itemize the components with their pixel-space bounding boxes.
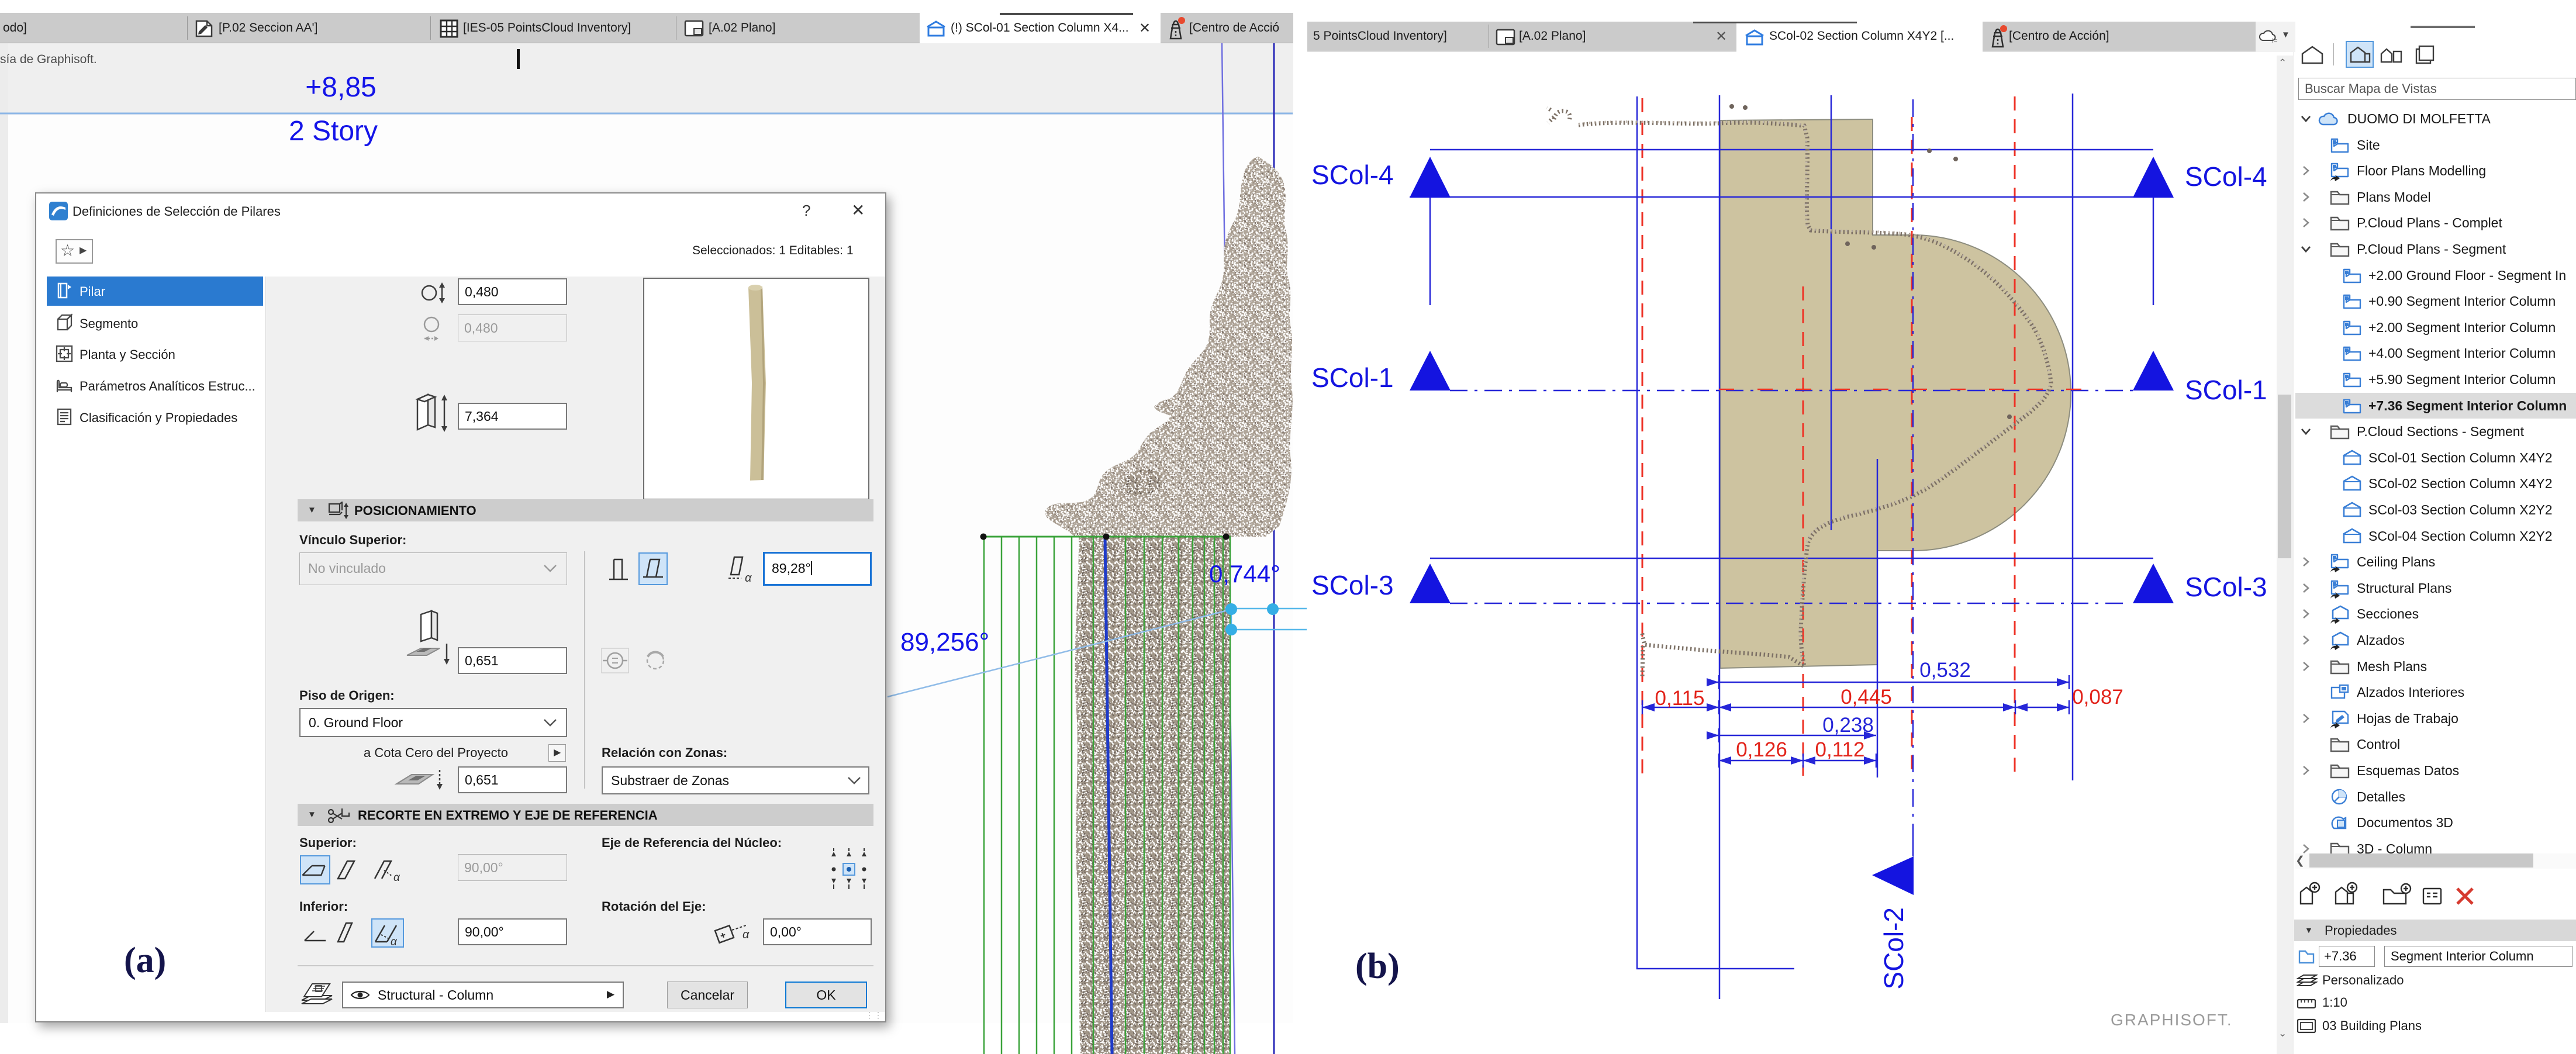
svg-text:SCol-1: SCol-1	[2185, 375, 2267, 405]
svg-text:0,532: 0,532	[1919, 659, 1971, 682]
svg-text:I=: I=	[2272, 37, 2277, 44]
svg-text:+8,85: +8,85	[305, 72, 376, 103]
svg-text:SCol-4: SCol-4	[2185, 161, 2267, 192]
svg-text:α: α	[743, 928, 750, 941]
svg-text:0,087: 0,087	[2072, 686, 2123, 709]
svg-text:SCol-3: SCol-3	[2185, 572, 2267, 602]
svg-text:0,445: 0,445	[1841, 686, 1892, 709]
svg-text:α: α	[393, 872, 400, 883]
svg-text:0,744°: 0,744°	[1209, 560, 1280, 588]
svg-text:0,112: 0,112	[1815, 738, 1865, 761]
svg-text:2 Story: 2 Story	[289, 116, 378, 147]
svg-text:SCol-3: SCol-3	[1311, 570, 1394, 600]
svg-text:0,126: 0,126	[1736, 738, 1787, 761]
svg-text:α: α	[745, 572, 752, 585]
svg-text:0,238: 0,238	[1822, 714, 1874, 737]
svg-text:α: α	[391, 936, 398, 946]
svg-text:89,256°: 89,256°	[900, 628, 989, 656]
svg-text:SCol-2: SCol-2	[1879, 907, 1909, 990]
svg-text:SCol-1: SCol-1	[1311, 362, 1394, 393]
svg-text:0,115: 0,115	[1655, 687, 1705, 710]
svg-text:SCol-4: SCol-4	[1311, 160, 1394, 190]
svg-text:GRAPHISOFT.: GRAPHISOFT.	[2111, 1011, 2233, 1029]
